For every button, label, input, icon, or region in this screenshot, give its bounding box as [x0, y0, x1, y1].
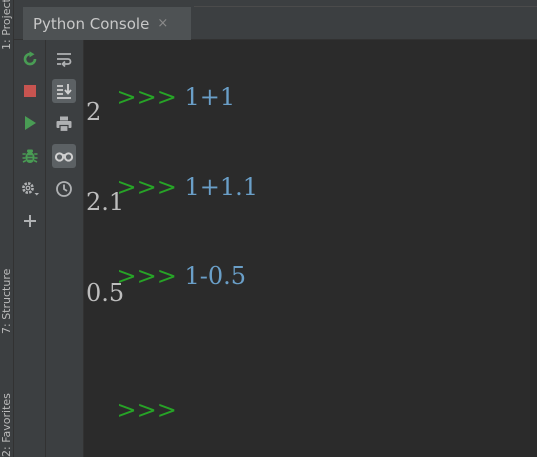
console-output-line: 0.5	[86, 279, 125, 307]
show-variables-button[interactable]	[52, 144, 76, 168]
console-prompt: >>>	[116, 173, 177, 201]
print-icon	[56, 116, 72, 133]
rerun-button[interactable]	[18, 47, 42, 71]
project-side-tab[interactable]: 1: Project	[0, 0, 13, 50]
console-output-line: 2.1	[86, 188, 125, 216]
scroll-to-end-button[interactable]	[52, 79, 76, 103]
console-active-prompt[interactable]: >>>	[86, 365, 177, 455]
run-icon	[25, 116, 36, 130]
console-input: 1+1	[184, 83, 236, 111]
console-input: 1+1.1	[184, 173, 259, 201]
settings-button[interactable]	[18, 177, 42, 201]
console-toolbar-secondary	[46, 40, 84, 457]
debug-icon	[22, 149, 38, 163]
stop-icon	[24, 85, 36, 97]
tab-bar: Python Console ×	[14, 0, 537, 40]
soft-wrap-button[interactable]	[52, 47, 76, 71]
favorites-side-tab[interactable]: 2: Favorites	[0, 365, 13, 457]
scroll-to-end-icon	[57, 84, 72, 99]
stop-button[interactable]	[18, 79, 42, 103]
console-prompt: >>>	[116, 83, 177, 111]
print-button[interactable]	[52, 112, 76, 136]
console-input-line: >>> 1+1	[86, 52, 236, 142]
console-output[interactable]: >>> 1+1 2 >>> 1+1.1 2.1 >>> 1-0.5 0.5 >>…	[84, 40, 537, 457]
console-toolbar-primary	[14, 40, 46, 457]
structure-side-tab[interactable]: 7: Structure	[0, 242, 13, 334]
history-icon	[56, 181, 72, 197]
debug-button[interactable]	[18, 144, 42, 168]
history-button[interactable]	[52, 177, 76, 201]
run-button[interactable]	[18, 111, 42, 135]
console-prompt: >>>	[116, 262, 177, 290]
tab-title: Python Console	[33, 14, 150, 33]
console-input: 1-0.5	[184, 262, 247, 290]
rerun-icon	[23, 51, 37, 66]
show-variables-icon	[54, 152, 74, 162]
settings-icon	[22, 182, 39, 196]
add-icon	[24, 215, 36, 227]
add-button[interactable]	[18, 209, 42, 233]
close-icon[interactable]: ×	[157, 16, 168, 31]
soft-wrap-icon	[57, 53, 72, 68]
tab-bar-divider	[194, 6, 537, 7]
console-output-line: 2	[86, 98, 102, 126]
console-prompt: >>>	[116, 396, 177, 424]
left-tool-strip: 1: Project 7: Structure 2: Favorites	[0, 0, 14, 457]
tab-python-console[interactable]: Python Console ×	[23, 7, 191, 40]
